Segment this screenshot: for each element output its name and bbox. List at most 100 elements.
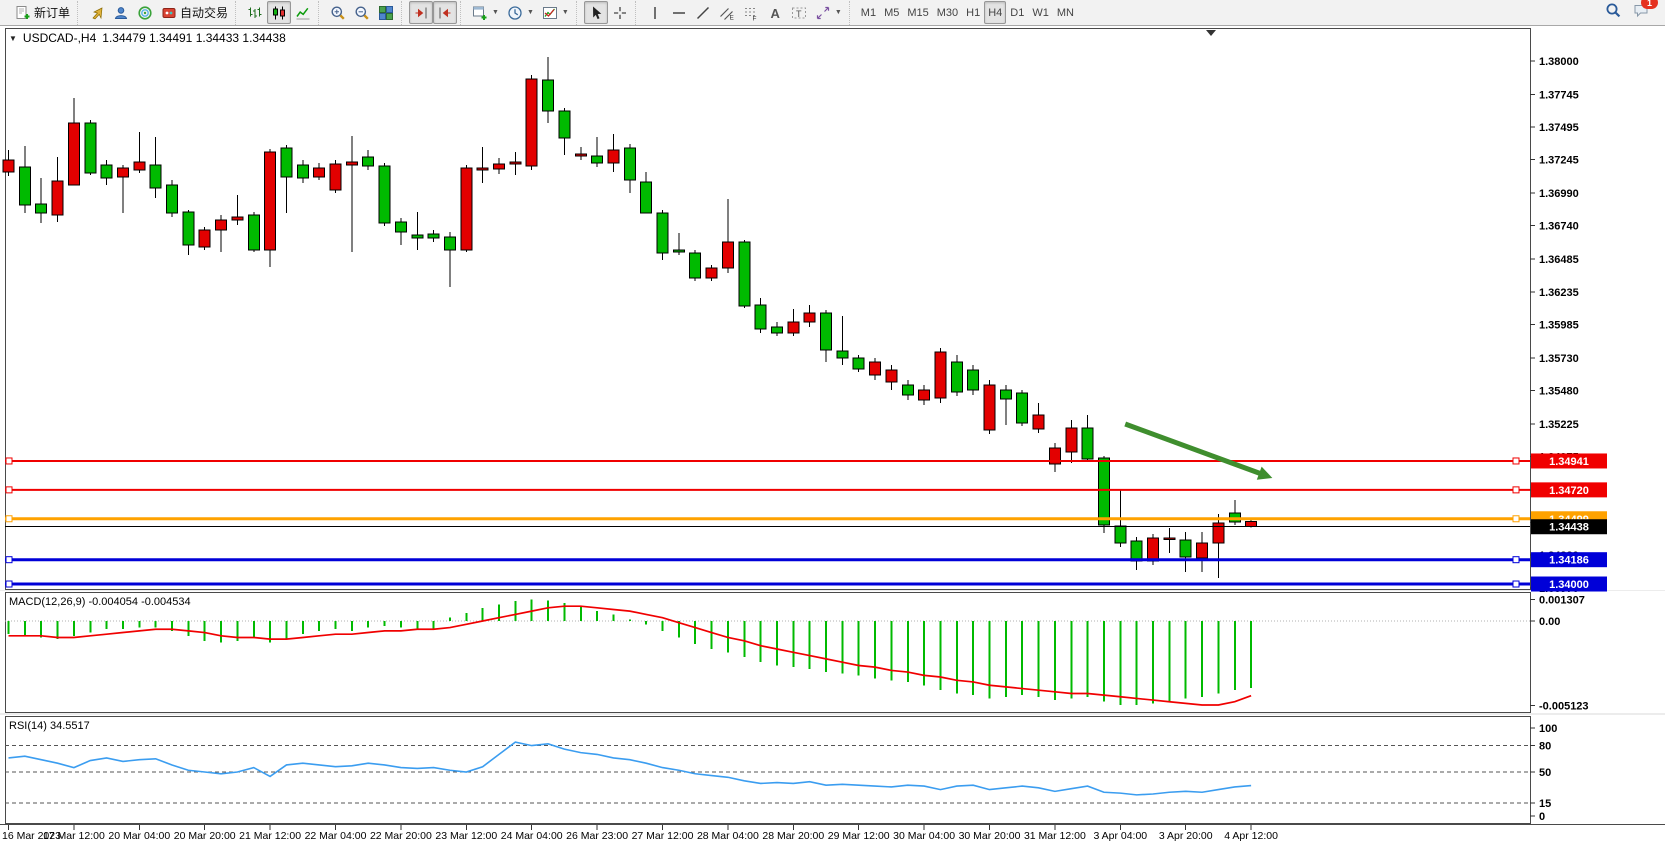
time-axis-label: 22 Mar 04:00 [305, 830, 367, 842]
candle-body [902, 385, 913, 395]
hline-handle[interactable] [6, 581, 12, 587]
candle-body [363, 157, 374, 166]
price-tick-label: 1.37745 [1539, 89, 1579, 101]
pane-separator[interactable] [0, 590, 1665, 591]
candle-body [134, 162, 145, 170]
time-axis-label: 17 Mar 12:00 [43, 830, 105, 842]
time-axis-label: 3 Apr 04:00 [1093, 830, 1147, 842]
candle-body [853, 358, 864, 369]
hline-handle[interactable] [6, 487, 12, 493]
hline-handle[interactable] [1513, 516, 1519, 522]
price-tick-label: 1.38000 [1539, 56, 1579, 68]
hline-handle[interactable] [6, 516, 12, 522]
candle-body [657, 213, 668, 253]
candle-body [755, 305, 766, 329]
candle-body [461, 168, 472, 250]
hline-handle[interactable] [6, 458, 12, 464]
hline-price-tag-label: 1.34438 [1549, 522, 1589, 534]
chart-canvas: 1.38000 1.37745 1.37495 1.37245 1.36990 1.367… [0, 0, 1665, 847]
chart-header: ▼ USDCAD-,H4 1.34479 1.34491 1.34433 1.3… [9, 31, 286, 45]
candle-body [167, 185, 178, 213]
macd-tick-label: 0.00 [1539, 616, 1560, 628]
candle-body [477, 168, 488, 170]
time-axis-label: 30 Mar 20:00 [959, 830, 1021, 842]
candle-body [428, 234, 439, 238]
candle-body [1197, 543, 1208, 558]
time-axis-label: 22 Mar 20:00 [370, 830, 432, 842]
chart-ohlc-values: 1.34479 1.34491 1.34433 1.34438 [102, 31, 286, 45]
price-tick-label: 1.35225 [1539, 419, 1579, 431]
macd-indicator-label: MACD(12,26,9) -0.004054 -0.004534 [9, 596, 191, 608]
price-tick-label: 1.37495 [1539, 122, 1579, 134]
candle-body [314, 168, 325, 177]
candle-body [36, 204, 47, 213]
candle-body [1180, 540, 1191, 557]
candle-body [739, 242, 750, 306]
candle-body [117, 168, 128, 177]
terminal-window: 新订单自动交易▼▼▼EFAT▼M1M5M15M30H1H4D1W1MN1 1.3… [0, 0, 1665, 847]
rsi-tick-label: 0 [1539, 811, 1545, 823]
rsi-tick-label: 15 [1539, 798, 1551, 810]
hline-handle[interactable] [1513, 487, 1519, 493]
candle-body [68, 123, 79, 185]
candle-body [919, 390, 930, 400]
candle-body [1131, 541, 1142, 561]
candle-body [183, 212, 194, 245]
candle-body [330, 164, 341, 190]
price-tick-label: 1.36235 [1539, 287, 1579, 299]
price-tick-label: 1.35730 [1539, 353, 1579, 365]
candle-body [232, 217, 243, 220]
price-tick-label: 1.36740 [1539, 221, 1579, 233]
candle-body [886, 370, 897, 382]
candle-body [101, 165, 112, 178]
candle-body [608, 150, 619, 163]
chart-title: USDCAD-,H4 [23, 31, 96, 45]
candle-body [19, 167, 30, 205]
time-axis-label: 28 Mar 04:00 [697, 830, 759, 842]
time-axis-label: 20 Mar 20:00 [174, 830, 236, 842]
candle-body [1066, 428, 1077, 452]
time-axis-label: 26 Mar 23:00 [566, 830, 628, 842]
time-axis-label: 20 Mar 04:00 [108, 830, 170, 842]
chart-collapse-icon[interactable]: ▼ [9, 34, 17, 43]
macd-tick-label: 0.001307 [1539, 594, 1585, 606]
price-tick-label: 1.35480 [1539, 385, 1579, 397]
candle-body [265, 152, 276, 250]
price-tick-label: 1.36485 [1539, 254, 1579, 266]
time-axis-label: 4 Apr 12:00 [1224, 830, 1278, 842]
candle-body [1148, 538, 1159, 561]
candle-body [821, 313, 832, 350]
candle-body [559, 111, 570, 138]
time-axis-label: 23 Mar 12:00 [435, 830, 497, 842]
candle-body [216, 220, 227, 230]
hline-handle[interactable] [6, 557, 12, 563]
hline-handle[interactable] [1513, 581, 1519, 587]
candle-body [1213, 523, 1224, 543]
hline-price-tag-label: 1.34000 [1549, 579, 1589, 591]
candle-body [771, 327, 782, 333]
time-axis-label: 3 Apr 20:00 [1159, 830, 1213, 842]
hline-handle[interactable] [1513, 458, 1519, 464]
hline-price-tag-label: 1.34720 [1549, 485, 1589, 497]
candle-body [444, 237, 455, 250]
candle-body [248, 215, 259, 250]
price-tick-label: 1.37245 [1539, 155, 1579, 167]
candle-body [297, 165, 308, 178]
candle-body [1098, 458, 1109, 525]
candle-body [510, 162, 521, 164]
hline-price-tag-label: 1.34186 [1549, 555, 1589, 567]
candle-body [690, 253, 701, 278]
candle-body [641, 182, 652, 213]
pane-separator[interactable] [0, 713, 1665, 715]
candle-body [1017, 393, 1028, 423]
candle-body [395, 222, 406, 232]
price-tick-label: 1.36990 [1539, 188, 1579, 200]
candle-body [935, 352, 946, 398]
rsi-tick-label: 80 [1539, 741, 1551, 753]
candle-body [150, 165, 161, 188]
price-tick-label: 1.35985 [1539, 319, 1579, 331]
candle-body [837, 351, 848, 358]
candle-body [1082, 428, 1093, 459]
candle-body [85, 123, 96, 173]
hline-handle[interactable] [1513, 557, 1519, 563]
